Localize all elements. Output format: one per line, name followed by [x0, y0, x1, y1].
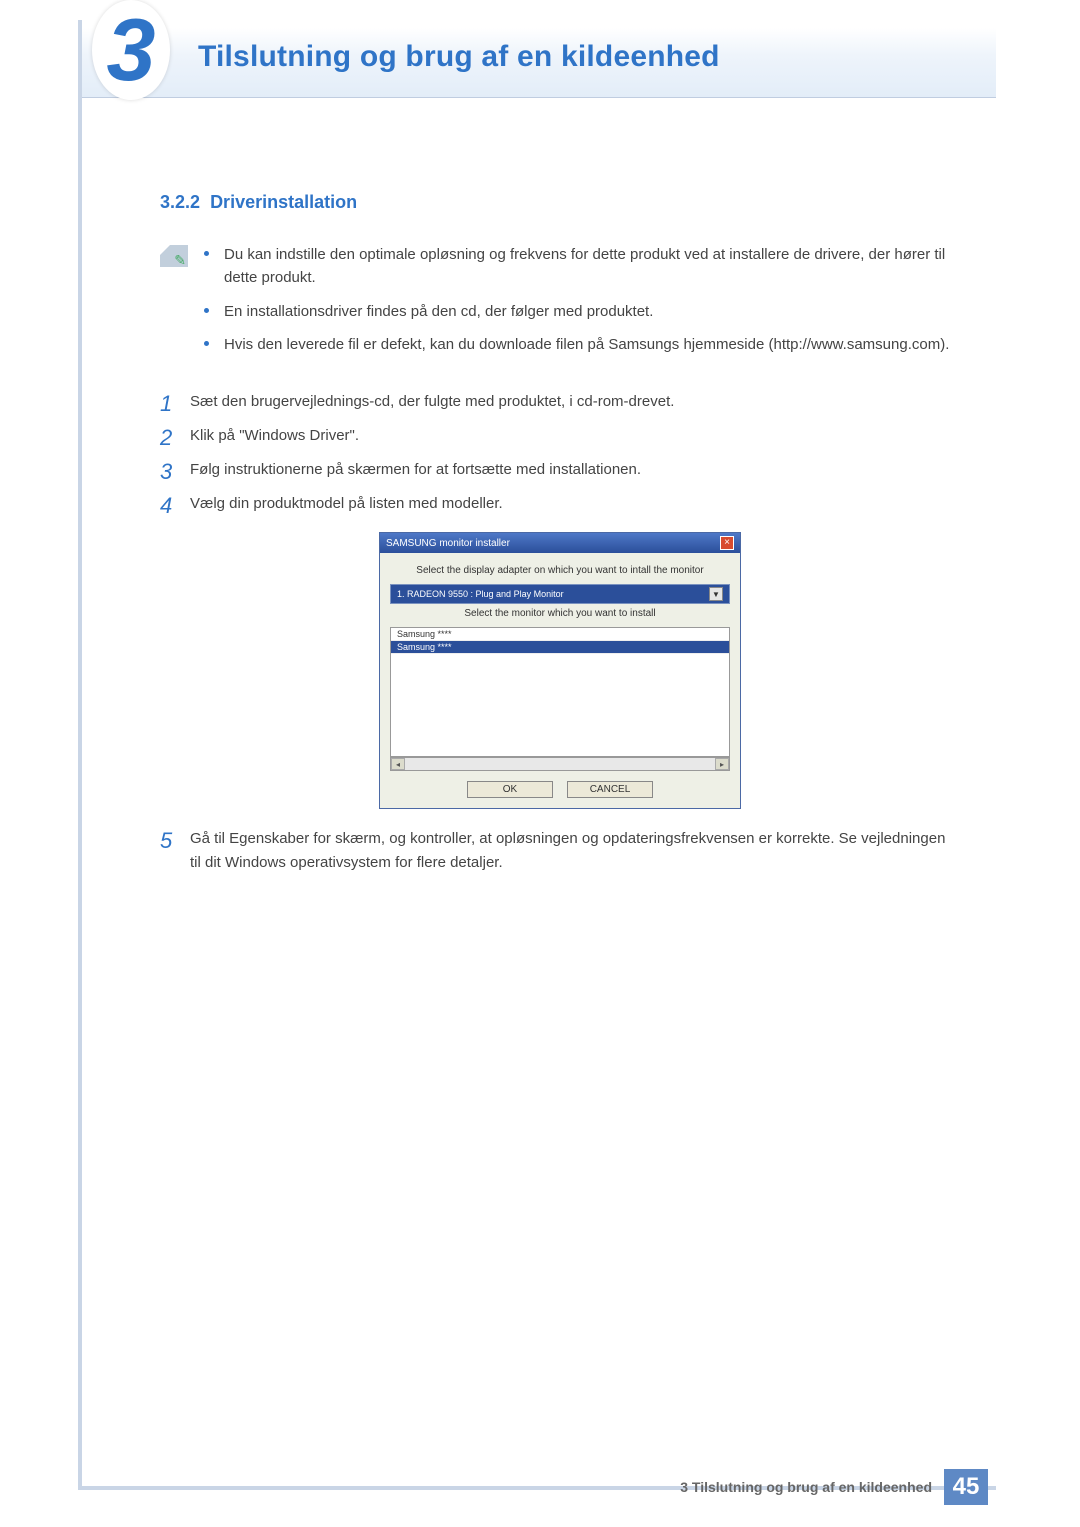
step-number: 5: [160, 823, 172, 858]
step-item: 2 Klik på "Windows Driver".: [160, 424, 960, 448]
adapter-dropdown[interactable]: 1. RADEON 9550 : Plug and Play Monitor ▼: [390, 584, 730, 604]
note-item: Hvis den leverede fil er defekt, kan du …: [204, 333, 960, 356]
list-item[interactable]: Samsung ****: [391, 628, 729, 641]
step-text: Sæt den brugervejlednings-cd, der fulgte…: [190, 393, 674, 410]
step-item: 1 Sæt den brugervejlednings-cd, der fulg…: [160, 390, 960, 414]
chapter-title: Tilslutning og brug af en kildeenhed: [198, 40, 720, 74]
dropdown-value: 1. RADEON 9550 : Plug and Play Monitor: [397, 589, 564, 599]
step-text: Gå til Egenskaber for skærm, og kontroll…: [190, 830, 945, 871]
step-item: 5 Gå til Egenskaber for skærm, og kontro…: [160, 827, 960, 875]
steps-list: 1 Sæt den brugervejlednings-cd, der fulg…: [160, 390, 960, 516]
cancel-button[interactable]: CANCEL: [567, 781, 653, 798]
dialog-instruction-1: Select the display adapter on which you …: [390, 565, 730, 576]
installer-dialog: SAMSUNG monitor installer × Select the d…: [379, 532, 741, 809]
chapter-number: 3: [107, 6, 156, 94]
note-item: Du kan indstille den optimale opløsning …: [204, 243, 960, 290]
section-number: 3.2.2: [160, 192, 200, 212]
content-area: 3.2.2 Driverinstallation Du kan indstill…: [160, 192, 960, 885]
dialog-title-text: SAMSUNG monitor installer: [386, 538, 510, 549]
close-icon[interactable]: ×: [720, 536, 734, 550]
dialog-instruction-2: Select the monitor which you want to ins…: [390, 608, 730, 619]
note-item: En installationsdriver findes på den cd,…: [204, 300, 960, 323]
dialog-body: Select the display adapter on which you …: [380, 553, 740, 808]
section-title: Driverinstallation: [210, 192, 357, 212]
dialog-titlebar: SAMSUNG monitor installer ×: [380, 533, 740, 553]
note-bullets: Du kan indstille den optimale opløsning …: [204, 243, 960, 366]
horizontal-scrollbar[interactable]: ◂ ▸: [390, 757, 730, 771]
step-number: 1: [160, 386, 172, 421]
step-number: 4: [160, 488, 172, 523]
step-text: Klik på "Windows Driver".: [190, 427, 359, 444]
section-heading: 3.2.2 Driverinstallation: [160, 192, 960, 213]
note-block: Du kan indstille den optimale opløsning …: [160, 243, 960, 366]
ok-button[interactable]: OK: [467, 781, 553, 798]
step-text: Følg instruktionerne på skærmen for at f…: [190, 461, 641, 478]
step-number: 3: [160, 454, 172, 489]
step-item: 4 Vælg din produktmodel på listen med mo…: [160, 492, 960, 516]
footer-text: 3 Tilslutning og brug af en kildeenhed: [680, 1479, 932, 1495]
step-number: 2: [160, 420, 172, 455]
note-icon: [160, 245, 188, 267]
footer: 3 Tilslutning og brug af en kildeenhed 4…: [82, 1467, 996, 1507]
steps-list-cont: 5 Gå til Egenskaber for skærm, og kontro…: [160, 827, 960, 875]
monitor-list[interactable]: Samsung **** Samsung ****: [390, 627, 730, 757]
step-text: Vælg din produktmodel på listen med mode…: [190, 495, 503, 512]
chevron-down-icon[interactable]: ▼: [709, 587, 723, 601]
installer-dialog-wrap: SAMSUNG monitor installer × Select the d…: [160, 532, 960, 809]
scroll-right-icon[interactable]: ▸: [715, 758, 729, 770]
scroll-left-icon[interactable]: ◂: [391, 758, 405, 770]
dialog-buttons: OK CANCEL: [390, 781, 730, 798]
chapter-badge: 3: [92, 0, 170, 100]
page-number: 45: [944, 1469, 988, 1505]
list-item[interactable]: Samsung ****: [391, 641, 729, 654]
step-item: 3 Følg instruktionerne på skærmen for at…: [160, 458, 960, 482]
